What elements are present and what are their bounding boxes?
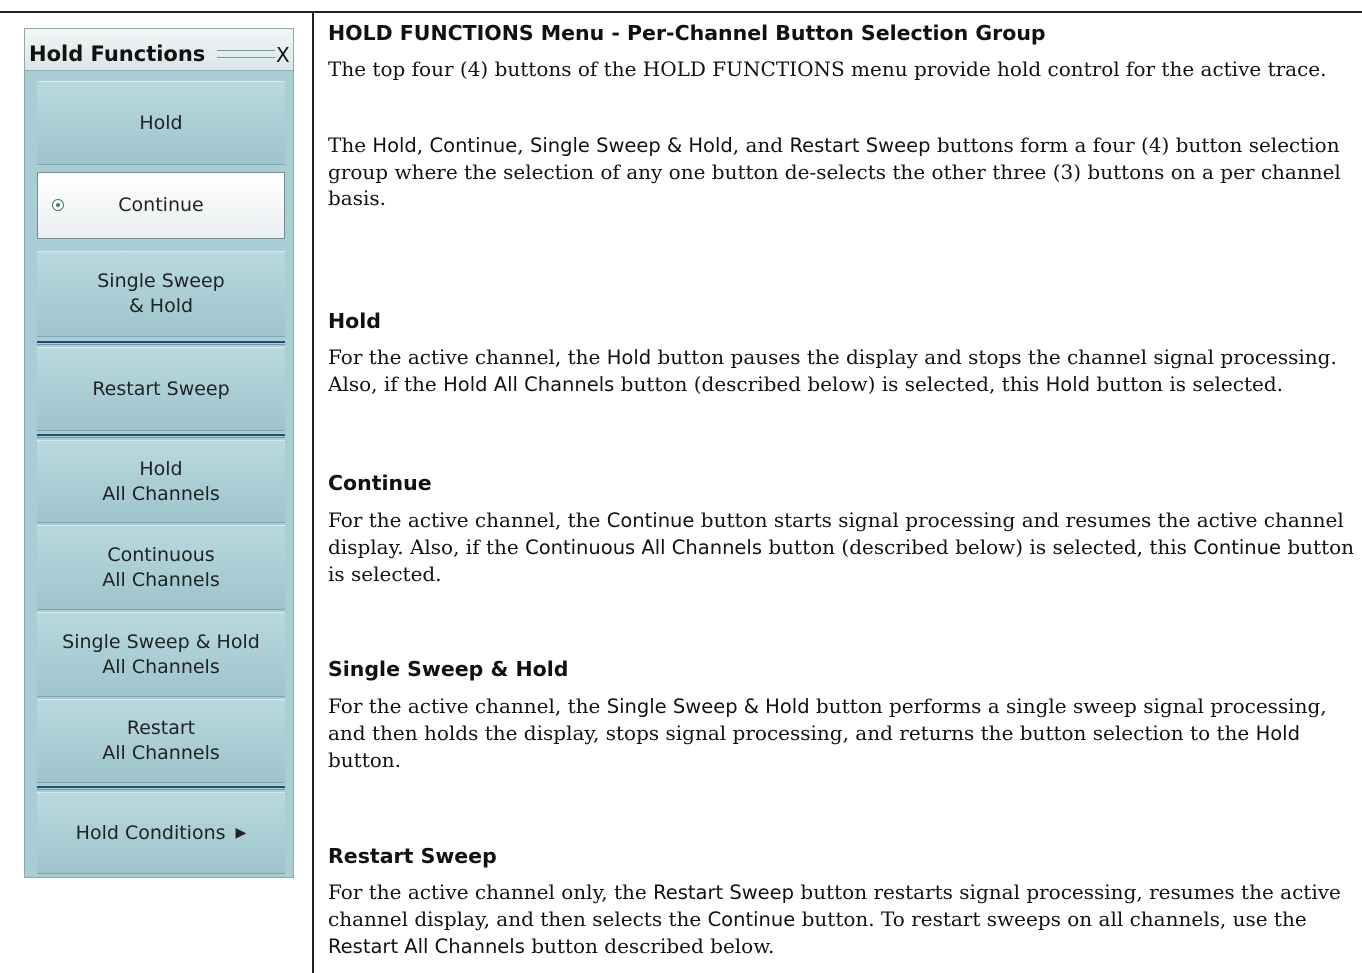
selection-group-paragraph: The Hold, Continue, Single Sweep & Hold,… bbox=[328, 133, 1341, 210]
single-sweep-hold-button[interactable]: Single Sweep & Hold bbox=[37, 251, 285, 337]
menu-title-bar: Hold Functions X bbox=[25, 29, 293, 71]
submenu-arrow-icon: ▶ bbox=[235, 824, 247, 841]
menu-separator bbox=[37, 434, 285, 438]
hold-heading: Hold bbox=[328, 309, 381, 333]
single-sweep-heading: Single Sweep & Hold bbox=[328, 657, 569, 681]
intro-paragraph: The top four (4) buttons of the HOLD FUN… bbox=[328, 57, 1327, 81]
radio-selected-icon bbox=[52, 198, 64, 211]
menu-separator bbox=[37, 786, 285, 790]
restart-all-channels-button[interactable]: Restart All Channels bbox=[37, 699, 285, 783]
hold-functions-menu: Hold Functions X Hold Continue Single Sw… bbox=[24, 28, 294, 878]
restart-sweep-paragraph: For the active channel only, the Restart… bbox=[328, 880, 1341, 958]
continue-heading: Continue bbox=[328, 471, 432, 495]
section-heading: HOLD FUNCTIONS Menu - Per-Channel Button… bbox=[328, 21, 1046, 45]
hold-paragraph: For the active channel, the Hold button … bbox=[328, 345, 1337, 396]
hold-conditions-button[interactable]: Hold Conditions ▶ bbox=[37, 792, 285, 874]
single-sweep-hold-all-channels-button[interactable]: Single Sweep & Hold All Channels bbox=[37, 612, 285, 697]
menu-title: Hold Functions bbox=[29, 42, 206, 66]
continue-paragraph: For the active channel, the Continue but… bbox=[328, 508, 1355, 586]
restart-sweep-button[interactable]: Restart Sweep bbox=[37, 347, 285, 431]
close-icon[interactable]: X bbox=[276, 43, 290, 67]
menu-separator bbox=[37, 341, 285, 345]
continue-button[interactable]: Continue bbox=[37, 172, 285, 239]
top-rule bbox=[0, 11, 1362, 13]
hold-button[interactable]: Hold bbox=[37, 81, 285, 165]
title-grip bbox=[217, 50, 275, 58]
column-divider bbox=[312, 11, 314, 973]
hold-all-channels-button[interactable]: Hold All Channels bbox=[37, 440, 285, 523]
single-sweep-paragraph: For the active channel, the Single Sweep… bbox=[328, 694, 1327, 772]
continuous-all-channels-button[interactable]: Continuous All Channels bbox=[37, 525, 285, 610]
restart-sweep-heading: Restart Sweep bbox=[328, 844, 497, 868]
